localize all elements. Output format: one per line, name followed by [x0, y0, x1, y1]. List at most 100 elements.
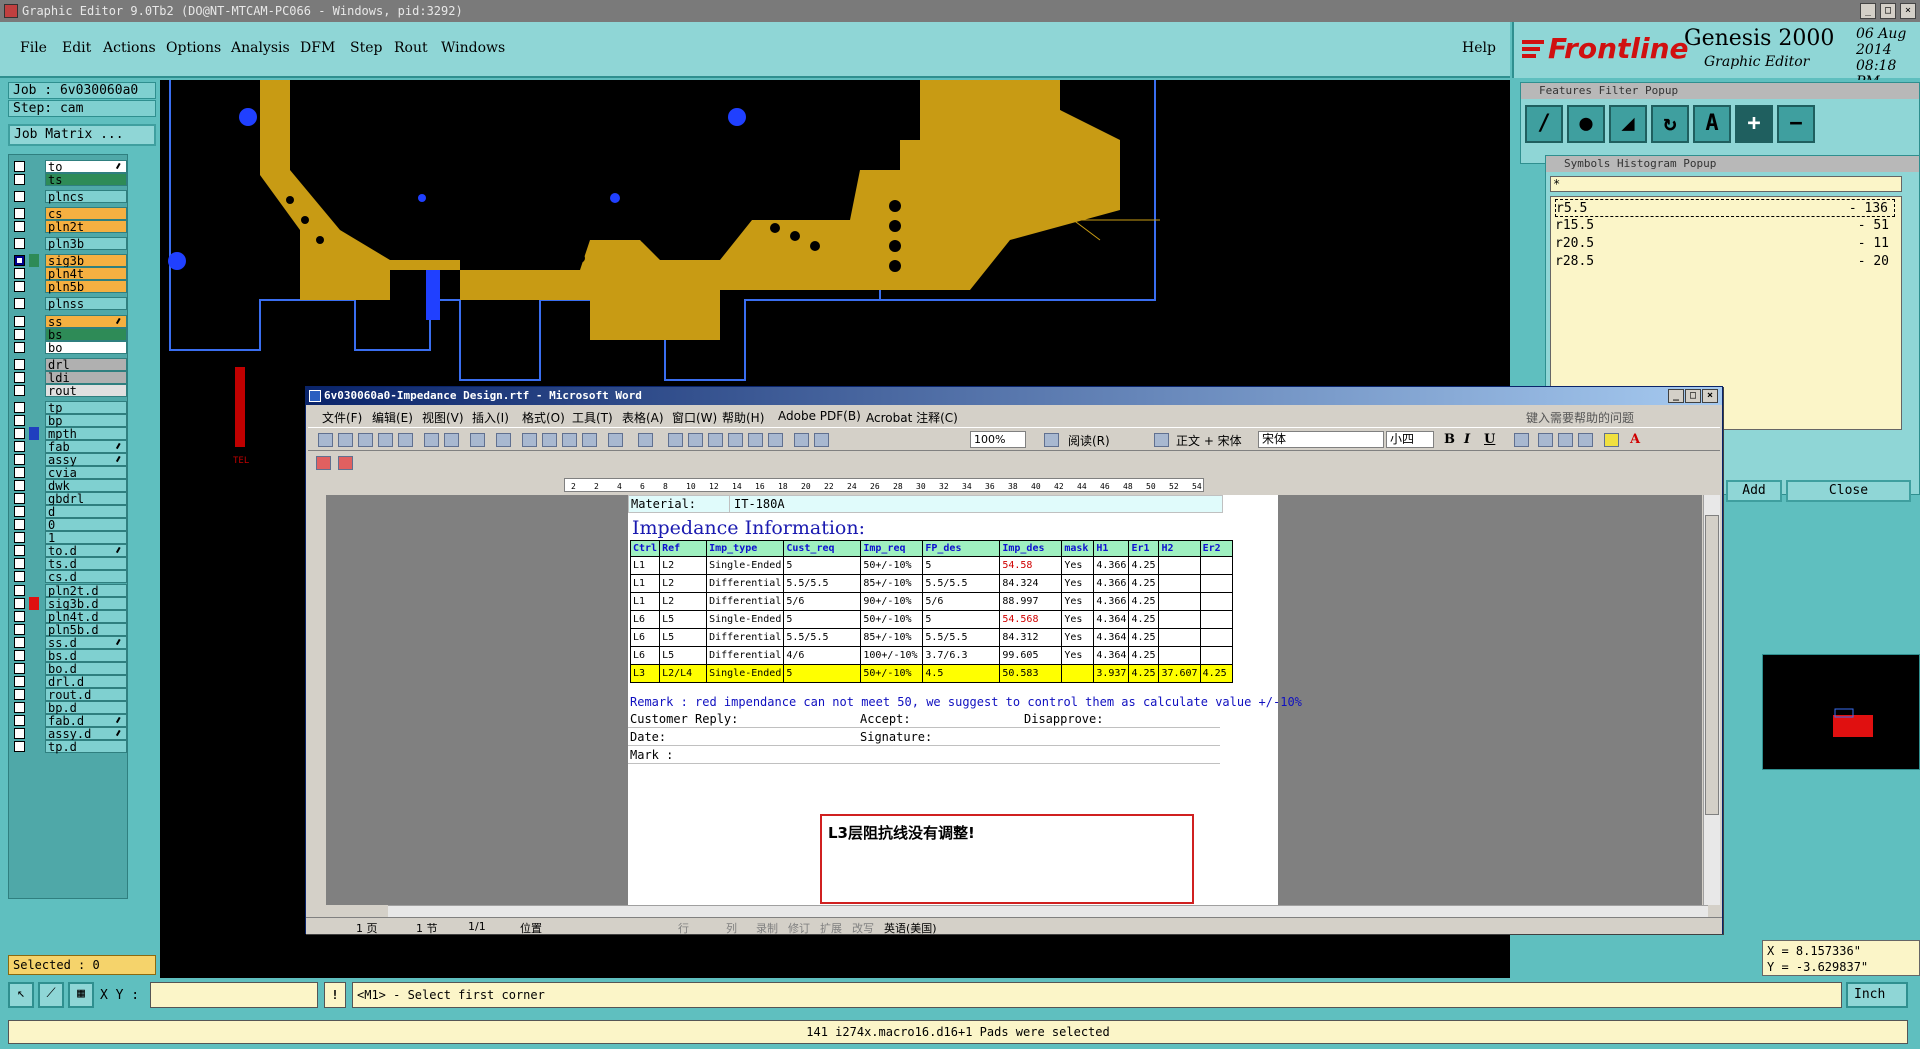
symbol-row[interactable]: r28.5 - 20: [1555, 253, 1895, 271]
menu-dfm[interactable]: DFM: [300, 40, 335, 56]
help-search-input[interactable]: 键入需要帮助的问题: [1526, 409, 1634, 426]
layer-checkbox[interactable]: [14, 384, 25, 396]
layer-name[interactable]: ts: [45, 173, 127, 187]
open-icon[interactable]: [338, 433, 353, 447]
menu-options[interactable]: Options: [166, 40, 221, 56]
layer-checkbox[interactable]: [14, 281, 25, 293]
word-menu-format[interactable]: 格式(O): [522, 409, 565, 426]
styles-icon[interactable]: [1154, 433, 1169, 447]
layer-checkbox[interactable]: [14, 238, 25, 250]
surface-tool-icon[interactable]: ◢: [1609, 105, 1647, 143]
word-maximize-icon[interactable]: □: [1685, 389, 1701, 403]
layer-checkbox[interactable]: [14, 440, 25, 452]
layer-name[interactable]: pln2t: [45, 220, 127, 234]
layer-name[interactable]: cs: [45, 207, 127, 221]
research-icon[interactable]: [496, 433, 511, 447]
minimize-icon[interactable]: _: [1860, 3, 1876, 19]
line-tool-icon[interactable]: /: [1525, 105, 1563, 143]
copy-icon[interactable]: [542, 433, 557, 447]
layer-row[interactable]: bo: [9, 340, 129, 355]
layer-name[interactable]: drl: [45, 357, 127, 371]
menu-file[interactable]: File: [20, 40, 47, 56]
layer-checkbox[interactable]: [14, 401, 25, 413]
word-close-icon[interactable]: ×: [1702, 389, 1718, 403]
cut-icon[interactable]: [522, 433, 537, 447]
text-tool-icon[interactable]: A: [1693, 105, 1731, 143]
layer-name[interactable]: mpth: [45, 426, 127, 440]
layer-checkbox[interactable]: [14, 454, 25, 465]
style-select[interactable]: 正文 + 宋体: [1176, 432, 1242, 449]
exec-button[interactable]: !: [324, 982, 346, 1008]
insert-excel-icon[interactable]: [728, 433, 743, 447]
layer-checkbox[interactable]: [14, 571, 25, 583]
help-icon[interactable]: [1044, 433, 1059, 447]
word-menu-file[interactable]: 文件(F): [322, 409, 362, 426]
layer-row[interactable]: pln5b: [9, 279, 129, 294]
document-map-icon[interactable]: [794, 433, 809, 447]
paste-icon[interactable]: [562, 433, 577, 447]
layer-checkbox[interactable]: [14, 636, 25, 648]
layer-checkbox[interactable]: [14, 675, 25, 687]
layer-name[interactable]: to.d: [45, 544, 127, 558]
xy-input[interactable]: [150, 982, 318, 1008]
close-button[interactable]: Close: [1786, 480, 1911, 502]
layer-checkbox[interactable]: [14, 298, 25, 310]
layer-checkbox[interactable]: [14, 545, 25, 557]
layer-name[interactable]: assy: [45, 453, 127, 467]
layer-name[interactable]: sig3b: [45, 254, 127, 268]
layer-name[interactable]: pln5b: [45, 280, 127, 294]
layer-checkbox[interactable]: [14, 728, 25, 740]
format-painter-icon[interactable]: [582, 433, 597, 447]
layer-row[interactable]: rout: [9, 383, 129, 398]
word-menu-window[interactable]: 窗口(W): [672, 409, 717, 426]
layer-checkbox[interactable]: [14, 427, 25, 439]
layer-checkbox[interactable]: [14, 315, 25, 327]
layer-checkbox[interactable]: [14, 649, 25, 661]
snap-icon[interactable]: ↖: [8, 982, 34, 1008]
numbering-icon[interactable]: [1538, 433, 1553, 447]
layer-name[interactable]: cvia: [45, 466, 127, 480]
layer-checkbox[interactable]: [14, 414, 25, 426]
print-preview-icon[interactable]: [444, 433, 459, 447]
layer-name[interactable]: bp: [45, 413, 127, 427]
layer-name[interactable]: bs.d: [45, 648, 127, 662]
convert-pdf-icon[interactable]: [316, 456, 331, 470]
print-icon[interactable]: [424, 433, 439, 447]
align-justify-icon[interactable]: [1514, 433, 1529, 447]
layer-name[interactable]: plnss: [45, 297, 127, 311]
show-hide-icon[interactable]: [814, 433, 829, 447]
close-icon[interactable]: ×: [1900, 3, 1916, 19]
status-track[interactable]: 修订: [788, 920, 810, 936]
layer-checkbox[interactable]: [14, 221, 25, 233]
layer-checkbox[interactable]: [14, 662, 25, 674]
layer-row[interactable]: tp.d: [9, 739, 129, 754]
permission-icon[interactable]: [378, 433, 393, 447]
layer-checkbox[interactable]: [14, 519, 25, 531]
menu-analysis[interactable]: Analysis: [231, 40, 290, 56]
layer-checkbox[interactable]: [14, 467, 25, 479]
layer-row[interactable]: ts: [9, 172, 129, 187]
layer-name[interactable]: gbdrl: [45, 492, 127, 506]
hyperlink-icon[interactable]: [668, 433, 683, 447]
columns-icon[interactable]: [748, 433, 763, 447]
minus-tool-icon[interactable]: −: [1777, 105, 1815, 143]
symbol-row[interactable]: r5.5 - 136: [1555, 199, 1895, 217]
symbol-row[interactable]: r20.5 - 11: [1555, 235, 1895, 253]
spelling-icon[interactable]: [470, 433, 485, 447]
menu-edit[interactable]: Edit: [62, 40, 91, 56]
layer-name[interactable]: ss.d: [45, 635, 127, 649]
layer-checkbox[interactable]: [14, 191, 25, 203]
layer-name[interactable]: to: [45, 160, 127, 174]
scroll-thumb[interactable]: [1705, 515, 1719, 815]
word-menu-insert[interactable]: 插入(I): [472, 409, 509, 426]
layer-checkbox[interactable]: [14, 701, 25, 713]
layer-name[interactable]: cs.d: [45, 570, 127, 584]
layer-row[interactable]: plncs: [9, 189, 129, 204]
layer-name[interactable]: assy.d: [45, 727, 127, 741]
word-menu-acrobat[interactable]: Acrobat 注释(C): [866, 409, 958, 426]
undo-icon[interactable]: [608, 433, 623, 447]
font-color-button[interactable]: A: [1630, 432, 1640, 447]
mini-view[interactable]: [1762, 654, 1920, 770]
italic-button[interactable]: I: [1464, 432, 1470, 447]
status-record[interactable]: 录制: [756, 920, 778, 936]
